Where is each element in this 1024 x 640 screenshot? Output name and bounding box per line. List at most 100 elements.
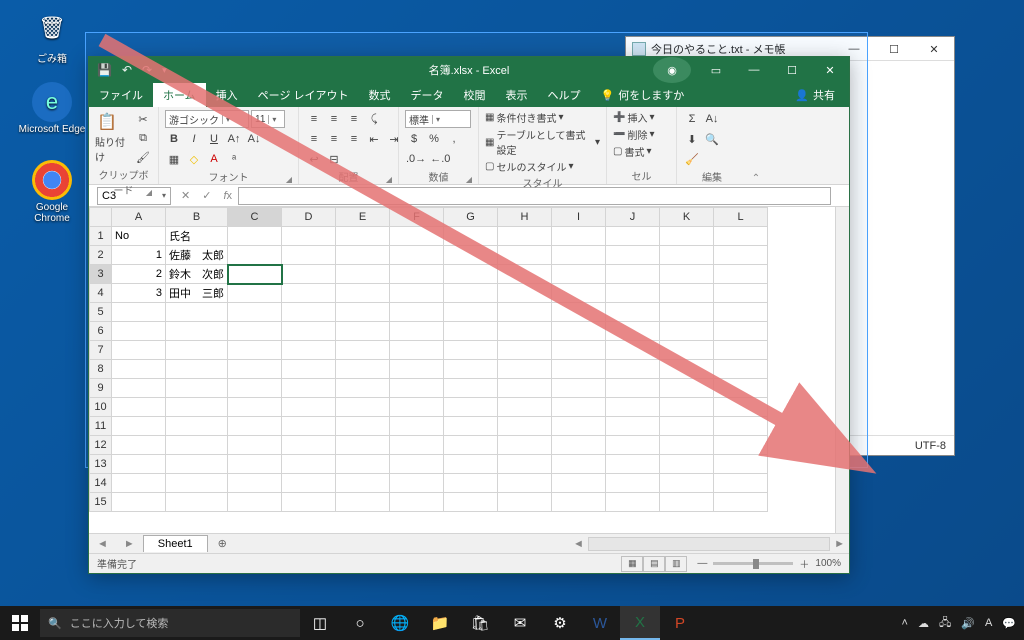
cell-styles-button[interactable]: ▢セルのスタイル ▾ <box>485 159 573 174</box>
cell[interactable] <box>606 417 660 436</box>
cell[interactable] <box>282 246 336 265</box>
sort-filter-button[interactable]: A↓ <box>703 110 721 128</box>
row-header[interactable]: 10 <box>90 398 112 417</box>
cell[interactable] <box>606 246 660 265</box>
cell[interactable] <box>660 227 714 246</box>
column-header[interactable]: E <box>336 208 390 227</box>
cell[interactable] <box>112 379 166 398</box>
cell[interactable] <box>660 246 714 265</box>
cell[interactable] <box>552 474 606 493</box>
cell[interactable] <box>660 284 714 303</box>
column-header[interactable]: B <box>166 208 228 227</box>
cell[interactable] <box>228 322 282 341</box>
align-left-button[interactable]: ≡ <box>305 130 323 148</box>
view-page-layout-button[interactable]: ▤ <box>643 556 665 572</box>
cell[interactable] <box>112 360 166 379</box>
sheet-tab[interactable]: Sheet1 <box>143 535 208 552</box>
cell[interactable] <box>390 227 444 246</box>
cell[interactable] <box>282 398 336 417</box>
cell[interactable] <box>166 303 228 322</box>
cell[interactable] <box>444 265 498 284</box>
cell[interactable] <box>714 417 768 436</box>
collapse-ribbon-button[interactable]: ⌃ <box>747 107 765 184</box>
cell[interactable] <box>444 436 498 455</box>
cell[interactable]: 氏名 <box>166 227 228 246</box>
row-header[interactable]: 8 <box>90 360 112 379</box>
vertical-scrollbar[interactable] <box>835 207 849 533</box>
cell[interactable]: No <box>112 227 166 246</box>
row-header[interactable]: 9 <box>90 379 112 398</box>
format-painter-button[interactable]: 🖌 <box>134 148 152 166</box>
cell[interactable] <box>336 341 390 360</box>
cell[interactable] <box>166 493 228 512</box>
cell[interactable] <box>498 398 552 417</box>
row-header[interactable]: 4 <box>90 284 112 303</box>
cell[interactable] <box>228 474 282 493</box>
cell[interactable] <box>336 493 390 512</box>
format-as-table-button[interactable]: ▦テーブルとして書式設定 ▾ <box>485 127 600 157</box>
row-header[interactable]: 3 <box>90 265 112 284</box>
cell[interactable] <box>714 360 768 379</box>
cell[interactable] <box>282 474 336 493</box>
desktop-icon-recycle-bin[interactable]: 🗑 ごみ箱 <box>18 8 86 65</box>
task-view-button[interactable]: ◫ <box>300 606 340 640</box>
insert-cells-button[interactable]: ➕ 挿入 ▾ <box>613 110 654 125</box>
cell[interactable] <box>444 360 498 379</box>
cell[interactable] <box>714 341 768 360</box>
align-bottom-button[interactable]: ≡ <box>345 110 363 128</box>
cell[interactable] <box>552 379 606 398</box>
cell[interactable] <box>660 417 714 436</box>
cell[interactable] <box>336 227 390 246</box>
cell[interactable] <box>390 341 444 360</box>
cell[interactable] <box>166 322 228 341</box>
cell[interactable] <box>166 417 228 436</box>
cell[interactable] <box>444 417 498 436</box>
qat-customize-icon[interactable]: ▾ <box>162 65 167 76</box>
cell[interactable] <box>714 398 768 417</box>
cell[interactable] <box>606 322 660 341</box>
tab-file[interactable]: ファイル <box>89 83 153 107</box>
cell[interactable] <box>606 360 660 379</box>
cell[interactable] <box>660 398 714 417</box>
ribbon-display-button[interactable]: ▭ <box>697 57 735 83</box>
cell[interactable] <box>552 417 606 436</box>
cell[interactable] <box>282 436 336 455</box>
comma-button[interactable]: , <box>445 130 463 148</box>
notepad-maximize-button[interactable]: ☐ <box>874 37 914 61</box>
cell[interactable] <box>498 341 552 360</box>
cell[interactable] <box>660 303 714 322</box>
column-header[interactable]: L <box>714 208 768 227</box>
cell[interactable] <box>660 455 714 474</box>
cell[interactable] <box>498 227 552 246</box>
cell[interactable] <box>282 360 336 379</box>
tab-page-layout[interactable]: ページ レイアウト <box>248 83 359 107</box>
cell[interactable] <box>660 379 714 398</box>
cell[interactable] <box>282 227 336 246</box>
cell[interactable]: 2 <box>112 265 166 284</box>
cell[interactable] <box>714 322 768 341</box>
system-tray[interactable]: ˄ ☁ 🖧 🔊 A 💬 <box>894 614 1024 633</box>
cell[interactable] <box>228 360 282 379</box>
indent-dec-button[interactable]: ⇤ <box>365 130 383 148</box>
view-page-break-button[interactable]: ▥ <box>665 556 687 572</box>
cell[interactable] <box>498 246 552 265</box>
cell[interactable] <box>112 417 166 436</box>
cell[interactable] <box>444 474 498 493</box>
cell[interactable] <box>552 360 606 379</box>
cell[interactable] <box>112 322 166 341</box>
cell[interactable] <box>166 474 228 493</box>
cell[interactable] <box>228 265 282 284</box>
cell[interactable] <box>660 436 714 455</box>
cell[interactable] <box>552 455 606 474</box>
copy-button[interactable]: ⧉ <box>134 129 152 147</box>
row-header[interactable]: 11 <box>90 417 112 436</box>
bold-button[interactable]: B <box>165 130 183 148</box>
cell[interactable] <box>444 379 498 398</box>
cut-button[interactable]: ✂ <box>134 110 152 128</box>
tab-insert[interactable]: 挿入 <box>206 83 248 107</box>
share-button[interactable]: 👤共有 <box>781 83 849 107</box>
autosum-button[interactable]: Σ <box>683 110 701 128</box>
cell[interactable] <box>660 493 714 512</box>
cell[interactable] <box>714 436 768 455</box>
zoom-out-button[interactable]: — <box>697 558 707 569</box>
